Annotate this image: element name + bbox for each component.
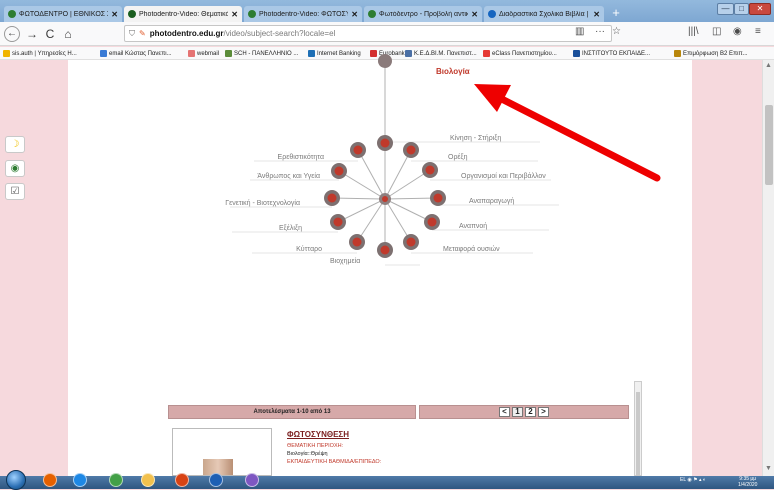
result-meta-line: Βιολογία::Θρέψη [287, 451, 328, 457]
system-tray[interactable]: EL ◉ ⚑ ▴ ◐ [680, 477, 706, 483]
results-count: Αποτελέσματα 1-10 από 13 [168, 405, 416, 419]
results-scrollbar-thumb[interactable] [636, 392, 640, 477]
result-thumbnail[interactable] [172, 428, 272, 476]
clock-date: 1/4/2020 [738, 482, 758, 488]
prev-page-button[interactable]: < [499, 407, 510, 417]
result-meta-line: ΕΚΠΑΙΔΕΥΤΙΚΗ ΒΑΘΜΙΔΑ/ΕΠΙΠΕΔΟ: [287, 459, 382, 465]
firefox-taskbar-icon[interactable] [38, 470, 62, 489]
clock[interactable]: 9:35 μμ 1/4/2020 [738, 476, 757, 488]
paint-taskbar-icon[interactable] [240, 470, 264, 489]
next-page-button[interactable]: > [538, 407, 549, 417]
result-meta-line: ΘΕΜΑΤΙΚΗ ΠΕΡΙΟΧΗ: [287, 443, 344, 449]
word-taskbar-icon[interactable] [204, 470, 228, 489]
pagination: < 1 2 > [419, 405, 629, 419]
chrome-taskbar-icon[interactable] [104, 470, 128, 489]
result-title[interactable]: ΦΩΤΟΣΥΝΘΕΣΗ [287, 430, 349, 439]
start-button-icon[interactable] [6, 470, 26, 490]
language-indicator[interactable]: EL [680, 477, 686, 483]
results-scrollbar[interactable] [634, 381, 642, 477]
ie-taskbar-icon[interactable] [68, 470, 92, 489]
folder-taskbar-icon[interactable] [136, 470, 160, 489]
page-2-button[interactable]: 2 [525, 407, 536, 417]
page-1-button[interactable]: 1 [512, 407, 523, 417]
powerpoint-taskbar-icon[interactable] [170, 470, 194, 489]
